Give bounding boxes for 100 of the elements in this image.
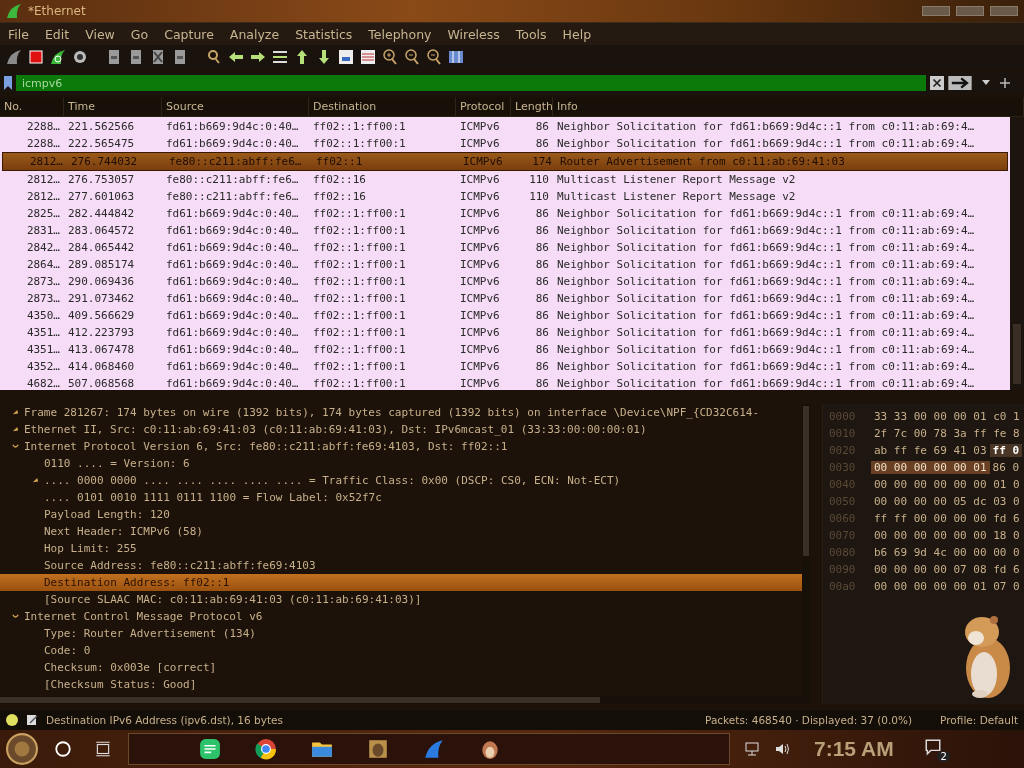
zoom-in-icon[interactable] [382, 49, 398, 65]
tree-item[interactable]: Ethernet II, Src: c0:11:ab:69:41:03 (c0:11:ab:69:41:03), Dst: IPv6mcast_01 (33:33:00:00:00:01) [24, 423, 647, 436]
collapsed-arrow-icon[interactable] [11, 426, 19, 433]
app-icon[interactable] [367, 738, 389, 760]
column-header[interactable]: Time [64, 97, 162, 116]
dropdown-caret-icon[interactable] [982, 80, 990, 86]
column-header[interactable]: No. [0, 97, 64, 116]
menu-item[interactable]: Edit [42, 26, 76, 42]
tree-item[interactable]: Next Header: ICMPv6 (58) [44, 525, 203, 538]
packet-row[interactable]: 2842… 284.065442 fd61:b669:9d4c:0:40… ff02::1:ff00:1 ICMPv6 86 Neighbor Solicitation for fd61:b669:9d4c::1 from c0:11:ab:69:4… [0, 239, 1010, 256]
profile-text[interactable]: Profile: Default [940, 714, 1018, 726]
close-file-icon[interactable] [150, 49, 166, 65]
tree-item[interactable]: Code: 0 [44, 644, 91, 657]
column-header[interactable]: Length [511, 97, 553, 116]
scrollbar-thumb[interactable] [1013, 324, 1021, 384]
column-header[interactable]: Info [553, 97, 1024, 116]
tree-item[interactable]: Type: Router Advertisement (134) [44, 627, 256, 640]
scrollbar-thumb[interactable] [803, 406, 809, 556]
menu-item[interactable]: View [83, 26, 121, 42]
packet-row[interactable]: 2288… 222.565475 fd61:b669:9d4c:0:40… ff02::1:ff00:1 ICMPv6 86 Neighbor Solicitation for fd61:b669:9d4c::1 from c0:11:ab:69:4… [0, 135, 1010, 152]
zoom-reset-icon[interactable] [426, 49, 442, 65]
tree-item[interactable]: 0110 .... = Version: 6 [44, 457, 190, 470]
colorize-icon[interactable] [360, 49, 376, 65]
shark-fin-icon[interactable] [423, 738, 445, 760]
search-icon[interactable] [54, 740, 72, 758]
resize-columns-icon[interactable] [448, 49, 464, 65]
tree-item[interactable]: Checksum: 0x003e [correct] [44, 661, 217, 674]
tree-item[interactable]: Source Address: fe80::c211:abff:fe69:4103 [44, 559, 316, 572]
down-arrow-icon[interactable] [316, 49, 332, 65]
packet-row[interactable]: 2812… 277.601063 fe80::c211:abff:fe6… ff02::16 ICMPv6 110 Multicast Listener Report Message v2 [0, 188, 1010, 205]
clear-icon[interactable] [930, 76, 944, 90]
menu-item[interactable]: Go [128, 26, 155, 42]
column-header[interactable]: Destination [309, 97, 456, 116]
packet-row[interactable]: 2873… 291.073462 fd61:b669:9d4c:0:40… ff02::1:ff00:1 ICMPv6 86 Neighbor Solicitation for fd61:b669:9d4c::1 from c0:11:ab:69:4… [0, 290, 1010, 307]
packet-row[interactable]: 4350… 409.566629 fd61:b669:9d4c:0:40… ff02::1:ff00:1 ICMPv6 86 Neighbor Solicitation for fd61:b669:9d4c::1 from c0:11:ab:69:4… [0, 307, 1010, 324]
collapsed-arrow-icon[interactable] [11, 409, 19, 416]
menu-item[interactable]: Capture [162, 26, 220, 42]
clock[interactable]: 7:15 AM [814, 737, 894, 761]
tree-item[interactable]: Internet Protocol Version 6, Src: fe80::c211:abff:fe69:4103, Dst: ff02::1 [24, 440, 508, 453]
column-header[interactable]: Protocol [456, 97, 511, 116]
packet-row[interactable]: 2873… 290.069436 fd61:b669:9d4c:0:40… ff02::1:ff00:1 ICMPv6 86 Neighbor Solicitation for fd61:b669:9d4c::1 from c0:11:ab:69:4… [0, 273, 1010, 290]
browser-icon[interactable] [255, 738, 277, 760]
app-icon[interactable] [479, 738, 501, 760]
byte-offset: 0080 [828, 546, 857, 559]
packet-row[interactable]: 4351… 412.223793 fd61:b669:9d4c:0:40… ff02::1:ff00:1 ICMPv6 86 Neighbor Solicitation for fd61:b669:9d4c::1 from c0:11:ab:69:4… [0, 324, 1010, 341]
search-icon[interactable] [206, 49, 222, 65]
network-icon[interactable] [744, 741, 760, 757]
document-icon[interactable] [172, 49, 188, 65]
status-indicator-icon[interactable] [6, 714, 18, 726]
gear-icon[interactable] [72, 49, 88, 65]
right-arrow-icon[interactable] [250, 49, 266, 65]
up-arrow-icon[interactable] [294, 49, 310, 65]
menu-item[interactable]: Telephony [366, 26, 438, 42]
tree-item[interactable]: Frame 281267: 174 bytes on wire (1392 bits), 174 bytes captured (1392 bits) on interface \Device\NPF_{CD32C614- [24, 406, 760, 419]
byte-offset: 0000 [828, 410, 857, 423]
packet-row[interactable]: 4351… 413.067478 fd61:b669:9d4c:0:40… ff02::1:ff00:1 ICMPv6 86 Neighbor Solicitation for fd61:b669:9d4c::1 from c0:11:ab:69:4… [0, 341, 1010, 358]
menu-item[interactable]: Help [560, 26, 598, 42]
restart-icon[interactable] [50, 49, 66, 65]
column-header[interactable]: Source [162, 97, 309, 116]
tree-item[interactable]: Payload Length: 120 [44, 508, 170, 521]
packet-row[interactable]: 2864… 289.085174 fd61:b669:9d4c:0:40… ff02::1:ff00:1 ICMPv6 86 Neighbor Solicitation for fd61:b669:9d4c::1 from c0:11:ab:69:4… [0, 256, 1010, 273]
document-icon[interactable] [128, 49, 144, 65]
packet-row[interactable]: 2812… 276.753057 fe80::c211:abff:fe6… ff02::16 ICMPv6 110 Multicast Listener Report Message v2 [0, 171, 1010, 188]
add-filter-icon[interactable] [1000, 78, 1010, 88]
tree-item[interactable]: Hop Limit: 255 [44, 542, 137, 555]
task-view-icon[interactable] [94, 740, 112, 758]
document-icon[interactable] [106, 49, 122, 65]
packet-row[interactable]: 4682… 507.068568 fd61:b669:9d4c:0:40… ff02::1:ff00:1 ICMPv6 86 Neighbor Solicitation for fd61:b669:9d4c::1 from c0:11:ab:69:4… [0, 375, 1010, 392]
tree-item[interactable]: Destination Address: ff02::1 [44, 576, 230, 589]
menu-item[interactable]: Analyze [227, 26, 286, 42]
bookmark-icon[interactable] [4, 76, 12, 90]
menu-item[interactable]: Tools [513, 26, 553, 42]
tree-item[interactable]: [Checksum Status: Good] [44, 678, 197, 691]
jump-icon[interactable] [272, 49, 288, 65]
notification-icon[interactable] [923, 738, 942, 756]
left-arrow-icon[interactable] [228, 49, 244, 65]
menu-item[interactable]: Wireless [445, 26, 506, 42]
stop-icon[interactable] [28, 49, 44, 65]
menu-item[interactable]: File [6, 26, 35, 42]
tree-item[interactable]: [Source SLAAC MAC: c0:11:ab:69:41:03 (c0:11:ab:69:41:03)] [44, 593, 422, 606]
packet-row[interactable]: 4352… 414.068460 fd61:b669:9d4c:0:40… ff02::1:ff00:1 ICMPv6 86 Neighbor Solicitation for fd61:b669:9d4c::1 from c0:11:ab:69:4… [0, 358, 1010, 375]
start-button[interactable] [6, 733, 38, 765]
scrollbar-thumb[interactable] [0, 697, 600, 703]
hex-bytes: 33 33 00 00 00 01 c0 1 [873, 410, 1021, 423]
packet-row[interactable]: 2288… 221.562566 fd61:b669:9d4c:0:40… ff02::1:ff00:1 ICMPv6 86 Neighbor Solicitation for fd61:b669:9d4c::1 from c0:11:ab:69:4… [0, 118, 1010, 135]
autoscroll-icon[interactable] [338, 49, 354, 65]
edit-icon[interactable] [26, 714, 38, 726]
chat-app-icon[interactable] [199, 738, 221, 760]
shark-fin-icon[interactable] [6, 49, 22, 65]
tree-item[interactable]: .... 0101 0010 1111 0111 1100 = Flow Label: 0x52f7c [44, 491, 382, 504]
apply-arrow-icon[interactable] [948, 76, 972, 90]
volume-icon[interactable] [774, 741, 790, 757]
zoom-out-icon[interactable] [404, 49, 420, 65]
tree-item[interactable]: .... 0000 0000 .... .... .... .... .... = Traffic Class: 0x00 (DSCP: CS0, ECN: Not-ECT) [44, 474, 621, 487]
collapsed-arrow-icon[interactable] [31, 477, 39, 484]
packet-row[interactable]: 2831… 283.064572 fd61:b669:9d4c:0:40… ff02::1:ff00:1 ICMPv6 86 Neighbor Solicitation for fd61:b669:9d4c::1 from c0:11:ab:69:4… [0, 222, 1010, 239]
tree-item[interactable]: Internet Control Message Protocol v6 [24, 610, 263, 623]
packet-row[interactable]: 2825… 282.444842 fd61:b669:9d4c:0:40… ff02::1:ff00:1 ICMPv6 86 Neighbor Solicitation for fd61:b669:9d4c::1 from c0:11:ab:69:4… [0, 205, 1010, 222]
menu-item[interactable]: Statistics [293, 26, 359, 42]
byte-offset: 0010 [828, 427, 857, 440]
